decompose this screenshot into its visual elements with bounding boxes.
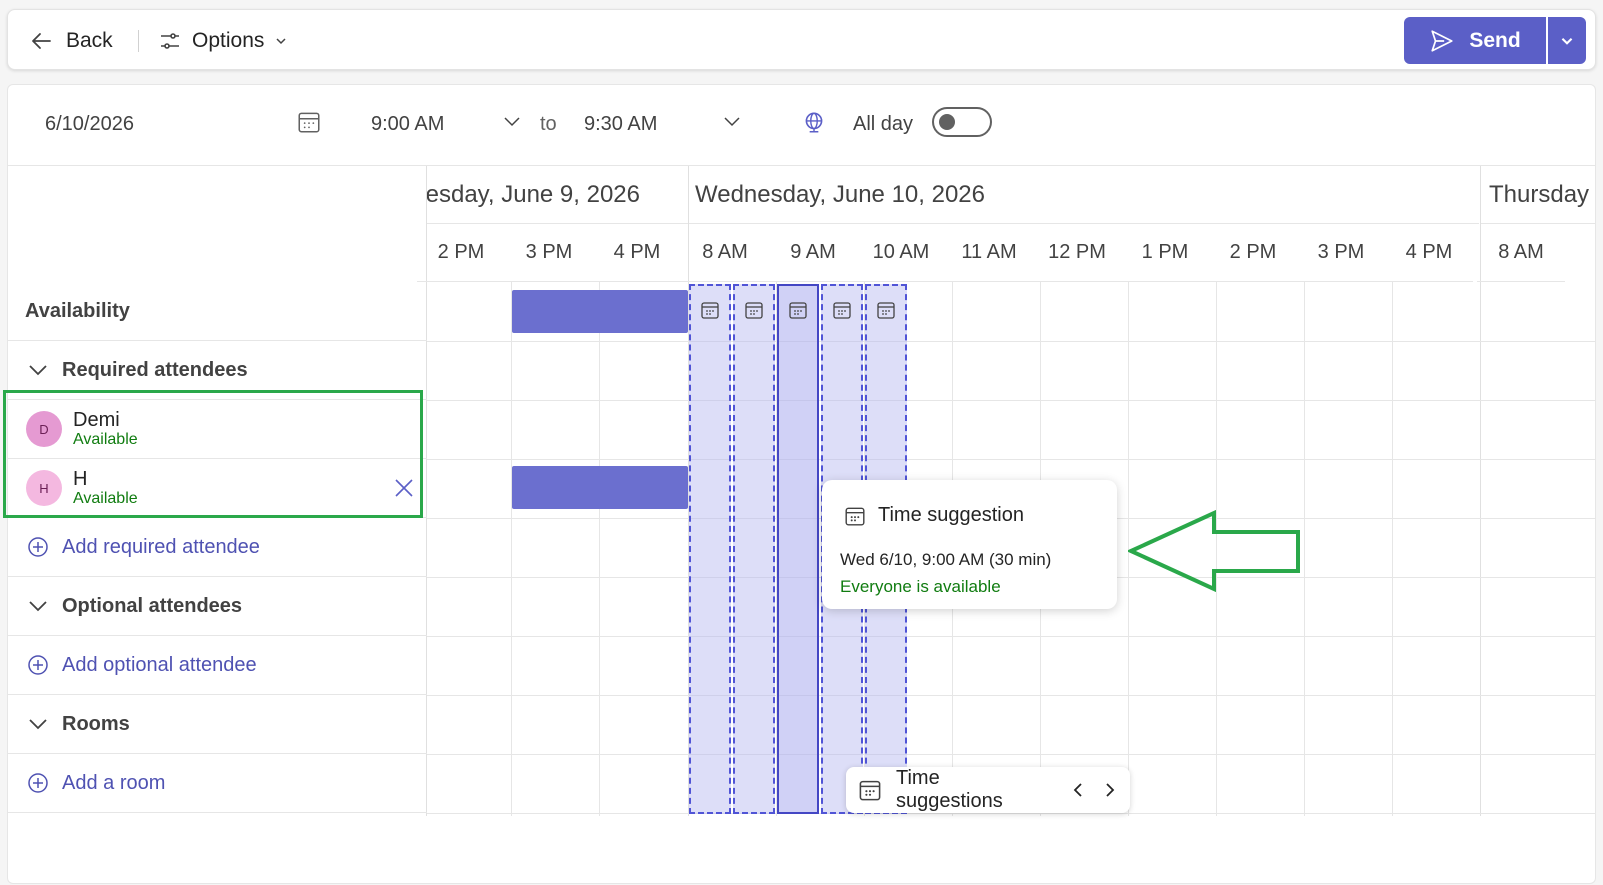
grid-line: [1392, 282, 1393, 816]
chevron-down-icon[interactable]: [502, 111, 522, 131]
options-label: Options: [192, 29, 265, 52]
add-required-attendee-button[interactable]: Add required attendee: [8, 518, 427, 577]
row-line: [427, 636, 1595, 637]
scheduling-grid: Availability Required attendees D Demi A…: [8, 165, 1595, 885]
chevron-right-icon: [1106, 783, 1115, 797]
all-day-toggle[interactable]: [932, 107, 992, 137]
arrow-left-icon: [32, 33, 51, 49]
add-optional-attendee-button[interactable]: Add optional attendee: [8, 636, 427, 695]
hour-label: 2 PM: [1209, 224, 1297, 282]
time-suggestions-label: Time suggestions: [896, 767, 1003, 812]
attendees-highlight: [3, 390, 423, 518]
send-label: Send: [1469, 28, 1521, 52]
chevron-down-icon: [26, 594, 50, 618]
hour-label: 8 AM: [1477, 224, 1565, 282]
add-room-label: Add a room: [62, 771, 166, 794]
hour-label: 2 PM: [417, 224, 505, 282]
chevron-left-icon: [1073, 783, 1082, 797]
back-button[interactable]: Back: [30, 26, 113, 56]
tooltip-availability-status: Everyone is available: [840, 577, 1001, 596]
day-header-thursday: Thursday: [1481, 166, 1595, 224]
day-header-wednesday: Wednesday, June 10, 2026: [689, 166, 1479, 224]
calendar-icon: [789, 302, 807, 319]
calendar-icon: [745, 302, 763, 319]
busy-block-attendee[interactable]: [512, 466, 688, 509]
time-suggestion-slot[interactable]: [689, 284, 731, 814]
arrow-left-annotation-icon: [1128, 510, 1300, 592]
chevron-down-icon: [26, 712, 50, 736]
day-label: Wednesday, June 10, 2026: [695, 180, 985, 208]
hour-label: 11 AM: [945, 224, 1033, 282]
back-label: Back: [66, 29, 113, 52]
hour-label: 9 AM: [769, 224, 857, 282]
hour-label: 10 AM: [857, 224, 945, 282]
end-time-field[interactable]: 9:30 AM: [584, 113, 657, 136]
hour-label: 4 PM: [1385, 224, 1473, 282]
hour-label: 8 AM: [681, 224, 769, 282]
send-button[interactable]: Send: [1404, 17, 1546, 64]
all-day-label: All day: [853, 113, 914, 135]
chevron-down-icon: [1561, 37, 1573, 45]
add-room-button[interactable]: Add a room: [8, 754, 427, 813]
date-time-row: 6/10/2026 9:00 AM to 9:30 AM All day: [8, 85, 1595, 165]
time-suggestion-tooltip: Time suggestion Wed 6/10, 9:00 AM (30 mi…: [822, 480, 1117, 609]
busy-block-availability[interactable]: [512, 290, 688, 333]
day-label: Thursday: [1489, 180, 1590, 208]
grid-line: [1304, 282, 1305, 816]
row-line: [427, 400, 1595, 401]
date-field[interactable]: 6/10/2026: [45, 113, 134, 136]
chevron-down-icon[interactable]: [722, 111, 742, 131]
rooms-label: Rooms: [62, 712, 130, 735]
to-label: to: [540, 113, 557, 135]
row-line: [427, 459, 1595, 460]
add-circle-icon: [26, 535, 50, 559]
add-optional-attendee-label: Add optional attendee: [62, 653, 257, 676]
next-suggestion-button[interactable]: [1100, 781, 1118, 799]
chevron-down-icon: [26, 358, 50, 382]
calendar-icon[interactable]: [296, 109, 322, 135]
toolbar-divider: [138, 30, 139, 52]
previous-suggestion-button[interactable]: [1070, 781, 1088, 799]
hour-label: 3 PM: [1297, 224, 1385, 282]
add-circle-icon: [26, 771, 50, 795]
day-label: Tuesday, June 9, 2026: [427, 180, 640, 208]
optional-attendees-header[interactable]: Optional attendees: [8, 577, 427, 636]
grid-line: [599, 282, 600, 816]
time-suggestion-slot[interactable]: [733, 284, 775, 814]
optional-attendees-label: Optional attendees: [62, 594, 243, 617]
hour-label: 1 PM: [1121, 224, 1209, 282]
time-suggestion-slot-selected[interactable]: [777, 284, 819, 814]
required-attendees-label: Required attendees: [62, 358, 248, 381]
start-time-field[interactable]: 9:00 AM: [371, 113, 444, 136]
day-header-tuesday: Tuesday, June 9, 2026: [427, 166, 688, 224]
send-icon: [1431, 29, 1453, 52]
add-circle-icon: [26, 653, 50, 677]
grid-line: [511, 282, 512, 816]
send-options-button[interactable]: [1548, 17, 1586, 64]
command-bar: Back Options Send: [7, 9, 1596, 70]
hour-label: 4 PM: [593, 224, 681, 282]
time-suggestions-bar: Time suggestions: [846, 767, 1130, 813]
time-zone-globe-icon[interactable]: [801, 109, 827, 135]
availability-row: Availability: [8, 282, 427, 341]
calendar-icon: [833, 302, 851, 319]
availability-label: Availability: [25, 299, 130, 322]
calendar-icon: [845, 507, 865, 526]
rooms-header[interactable]: Rooms: [8, 695, 427, 754]
calendar-icon: [858, 778, 882, 802]
row-line: [427, 695, 1595, 696]
options-button[interactable]: Options: [158, 26, 288, 56]
calendar-icon: [877, 302, 895, 319]
options-sliders-icon: [161, 33, 179, 49]
hour-label: 3 PM: [505, 224, 593, 282]
row-line: [427, 754, 1595, 755]
tooltip-title: Time suggestion: [878, 504, 1024, 526]
hour-label: 12 PM: [1033, 224, 1121, 282]
row-line: [427, 813, 1595, 814]
row-line: [427, 341, 1595, 342]
calendar-icon: [701, 302, 719, 319]
add-required-attendee-label: Add required attendee: [62, 535, 260, 558]
chevron-down-icon: [276, 38, 286, 45]
tooltip-time: Wed 6/10, 9:00 AM (30 min): [840, 550, 1052, 569]
